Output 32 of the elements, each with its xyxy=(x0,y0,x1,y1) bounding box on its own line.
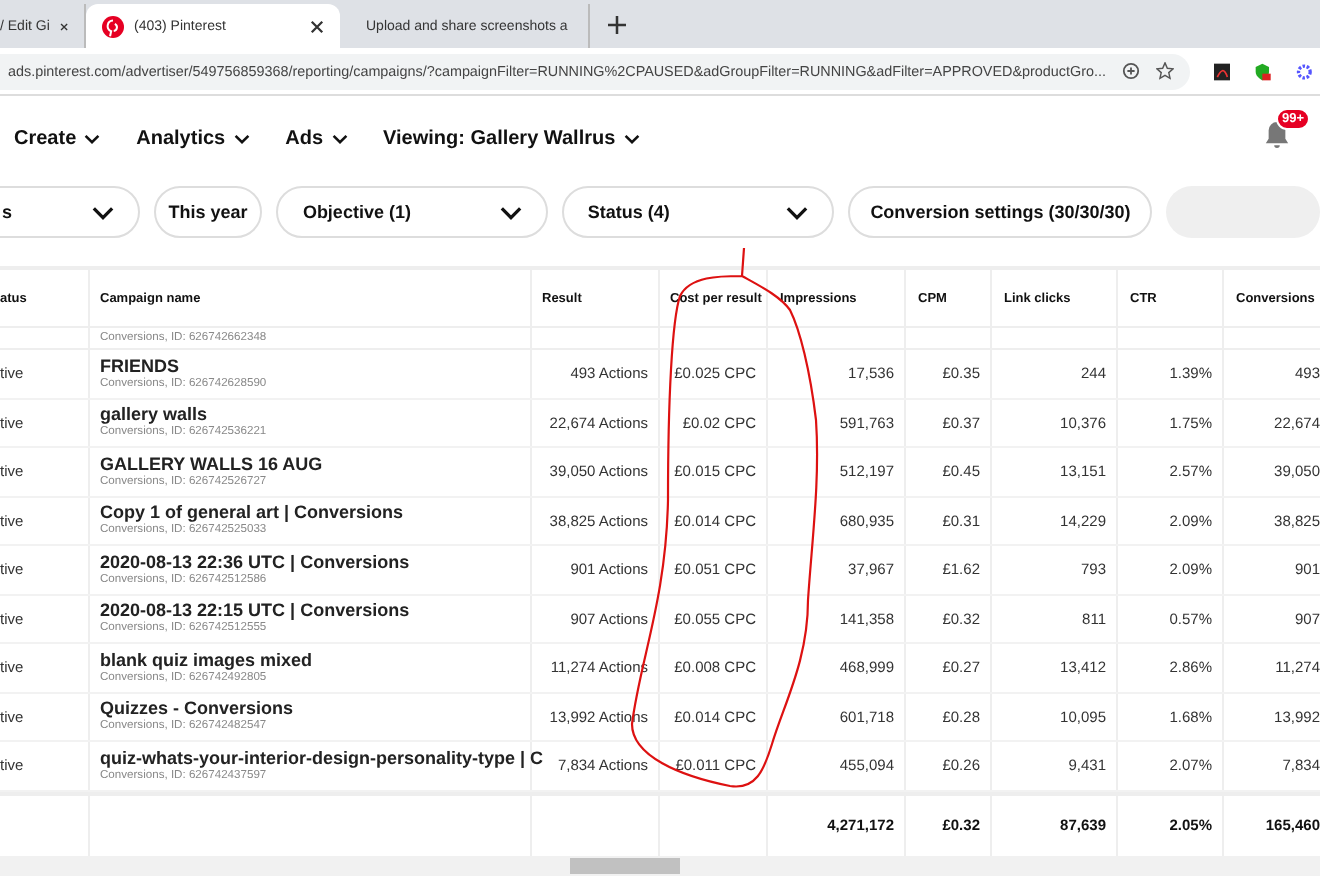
new-tab-icon[interactable] xyxy=(608,16,626,34)
nav-menu[interactable]: Analytics xyxy=(136,127,250,149)
chevron-down-icon xyxy=(233,133,250,143)
gear-extension-icon[interactable] xyxy=(1295,61,1312,81)
chevron-down-icon xyxy=(84,133,101,143)
campaign-name-link[interactable]: 2020-08-13 22:36 UTC | Conversions xyxy=(100,551,410,572)
nav-menu[interactable]: Create xyxy=(14,127,101,149)
horizontal-scrollbar[interactable] xyxy=(0,855,1320,875)
filter-button[interactable]: Conversion settings (30/30/30) xyxy=(848,186,1153,238)
campaign-name-link[interactable]: blank quiz images mixed xyxy=(100,649,313,670)
campaign-name-link[interactable]: Copy 1 of general art | Conversions xyxy=(100,502,404,523)
campaign-name-link[interactable]: quiz-whats-your-interior-design-personality-type | C xyxy=(100,747,544,768)
filter-button[interactable]: Objective (1) xyxy=(276,186,548,238)
shield-extension-icon[interactable] xyxy=(1254,61,1272,81)
chevron-down-icon xyxy=(331,133,348,143)
campaign-name-link[interactable]: gallery walls xyxy=(100,404,208,425)
campaign-name-link[interactable]: 2020-08-13 22:15 UTC | Conversions xyxy=(100,600,410,621)
chevron-down-icon xyxy=(623,133,640,143)
close-icon[interactable] xyxy=(59,19,68,33)
filter-button[interactable]: Status (4) xyxy=(561,186,835,238)
campaign-name-link[interactable]: GALLERY WALLS 16 AUG xyxy=(100,453,323,474)
campaign-name-link[interactable]: FRIENDS xyxy=(100,355,180,376)
star-icon[interactable] xyxy=(1155,62,1174,80)
filter-button[interactable]: s xyxy=(0,186,140,238)
campaign-name-link[interactable]: Quizzes - Conversions xyxy=(100,698,294,719)
filter-button[interactable]: This year xyxy=(153,186,263,238)
nav-menu[interactable]: Ads xyxy=(285,127,348,149)
zoom-plus-icon[interactable] xyxy=(1121,62,1140,80)
close-icon[interactable] xyxy=(310,19,324,33)
pin-logo-icon xyxy=(102,15,124,37)
pdf-extension-icon[interactable] xyxy=(1213,61,1231,81)
nav-menu[interactable]: Viewing: Gallery Wallrus xyxy=(383,127,640,149)
